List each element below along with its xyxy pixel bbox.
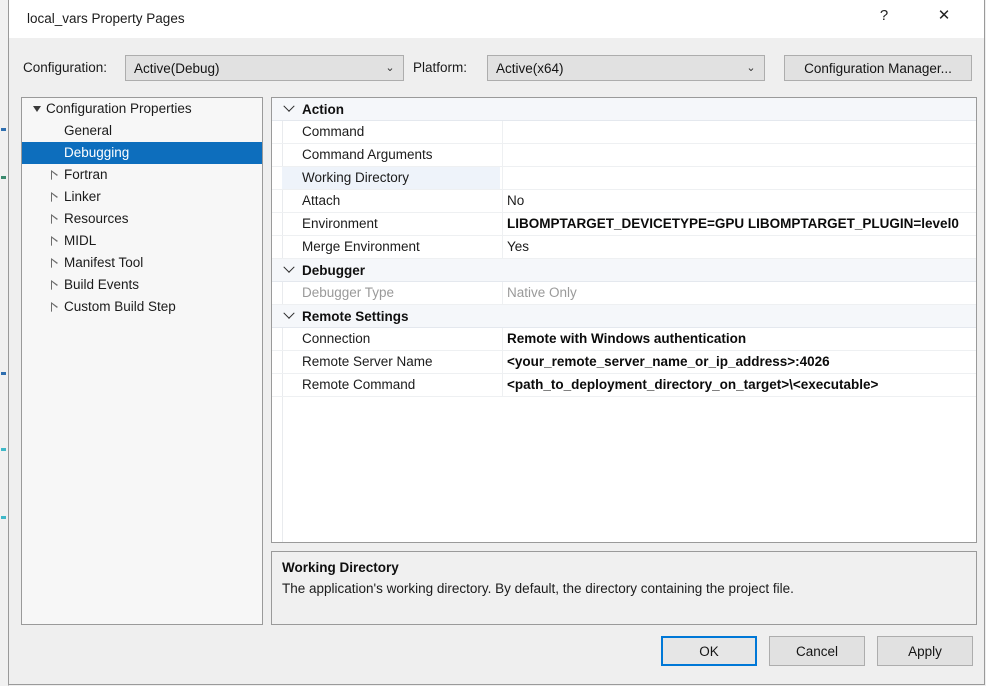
triangle-down-icon[interactable] [28, 98, 46, 120]
property-name: Remote Server Name [282, 351, 500, 373]
property-name: Connection [282, 328, 500, 350]
property-value[interactable]: LIBOMPTARGET_DEVICETYPE=GPU LIBOMPTARGET… [502, 213, 976, 235]
help-button[interactable]: ? [861, 0, 907, 31]
grid-row-debugger-type[interactable]: Debugger TypeNative Only [272, 282, 976, 305]
property-value[interactable] [502, 121, 976, 143]
chevron-down-icon[interactable] [280, 98, 298, 121]
tree-item-label: Debugging [64, 142, 129, 164]
property-value[interactable] [502, 144, 976, 166]
tree-item-label: Build Events [64, 274, 139, 296]
description-pane: Working Directory The application's work… [271, 551, 977, 625]
triangle-right-icon[interactable] [46, 274, 64, 296]
tree-item-midl[interactable]: MIDL [22, 230, 262, 252]
grid-category-action[interactable]: Action [272, 98, 976, 121]
close-icon: ✕ [938, 8, 951, 23]
grid-row-remote-command[interactable]: Remote Command<path_to_deployment_direct… [272, 374, 976, 397]
configuration-label: Configuration: [23, 60, 107, 75]
grid-row-connection[interactable]: ConnectionRemote with Windows authentica… [272, 328, 976, 351]
chevron-down-icon: ⌄ [377, 63, 403, 74]
bg-tick [1, 516, 6, 519]
tree-item-label: Manifest Tool [64, 252, 143, 274]
tree-item-label: General [64, 120, 112, 142]
tree-item-manifest-tool[interactable]: Manifest Tool [22, 252, 262, 274]
bg-tick [1, 176, 6, 179]
configuration-manager-button[interactable]: Configuration Manager... [784, 55, 972, 81]
platform-label: Platform: [413, 60, 467, 75]
property-value[interactable]: <path_to_deployment_directory_on_target>… [502, 374, 976, 396]
configuration-bar: Configuration: Active(Debug) ⌄ Platform:… [9, 38, 984, 95]
tree-item-configuration-properties[interactable]: Configuration Properties [22, 98, 262, 120]
property-name: Merge Environment [282, 236, 500, 258]
grid-row-command[interactable]: Command [272, 121, 976, 144]
property-value[interactable]: Yes [502, 236, 976, 258]
property-name: Environment [282, 213, 500, 235]
question-mark-icon: ? [880, 8, 888, 23]
grid-category-label: Remote Settings [302, 305, 409, 328]
bg-tick [1, 448, 6, 451]
tree-item-linker[interactable]: Linker [22, 186, 262, 208]
description-title: Working Directory [282, 560, 966, 575]
close-button[interactable]: ✕ [921, 0, 967, 31]
property-name: Attach [282, 190, 500, 212]
platform-select[interactable]: Active(x64) ⌄ [487, 55, 765, 81]
grid-row-attach[interactable]: AttachNo [272, 190, 976, 213]
tree-item-label: Configuration Properties [46, 98, 192, 120]
window-title: local_vars Property Pages [27, 11, 185, 26]
triangle-right-icon[interactable] [46, 164, 64, 186]
tree-item-custom-build-step[interactable]: Custom Build Step [22, 296, 262, 318]
tree-item-label: Fortran [64, 164, 108, 186]
apply-button[interactable]: Apply [877, 636, 973, 666]
triangle-right-icon[interactable] [46, 252, 64, 274]
title-bar[interactable]: local_vars Property Pages ? ✕ [9, 0, 984, 38]
grid-category-label: Debugger [302, 259, 365, 282]
configuration-select[interactable]: Active(Debug) ⌄ [125, 55, 404, 81]
tree-item-label: Resources [64, 208, 129, 230]
property-name: Debugger Type [282, 282, 500, 304]
property-grid[interactable]: ActionCommandCommand ArgumentsWorking Di… [271, 97, 977, 543]
bg-tick [1, 128, 6, 131]
property-name: Remote Command [282, 374, 500, 396]
description-text: The application's working directory. By … [282, 580, 966, 598]
configuration-properties-tree[interactable]: Configuration PropertiesGeneralDebugging… [21, 97, 263, 625]
tree-item-label: MIDL [64, 230, 96, 252]
tree-item-build-events[interactable]: Build Events [22, 274, 262, 296]
property-name: Command [282, 121, 500, 143]
tree-item-label: Linker [64, 186, 101, 208]
platform-value: Active(x64) [488, 61, 738, 76]
tree-item-label: Custom Build Step [64, 296, 176, 318]
grid-row-merge-environment[interactable]: Merge EnvironmentYes [272, 236, 976, 259]
ok-button[interactable]: OK [661, 636, 757, 666]
bg-tick [1, 372, 6, 375]
cancel-button[interactable]: Cancel [769, 636, 865, 666]
grid-row-environment[interactable]: EnvironmentLIBOMPTARGET_DEVICETYPE=GPU L… [272, 213, 976, 236]
property-name: Working Directory [282, 167, 500, 189]
triangle-right-icon[interactable] [46, 296, 64, 318]
chevron-down-icon[interactable] [280, 305, 298, 328]
chevron-down-icon: ⌄ [738, 63, 764, 74]
chevron-down-icon[interactable] [280, 259, 298, 282]
property-value[interactable]: Remote with Windows authentication [502, 328, 976, 350]
triangle-right-icon[interactable] [46, 230, 64, 252]
triangle-right-icon[interactable] [46, 186, 64, 208]
grid-category-label: Action [302, 98, 344, 121]
tree-item-general[interactable]: General [22, 120, 262, 142]
grid-row-command-arguments[interactable]: Command Arguments [272, 144, 976, 167]
grid-category-remote-settings[interactable]: Remote Settings [272, 305, 976, 328]
property-value[interactable] [502, 167, 976, 189]
property-name: Command Arguments [282, 144, 500, 166]
grid-row-working-directory[interactable]: Working Directory [272, 167, 976, 190]
grid-row-remote-server-name[interactable]: Remote Server Name<your_remote_server_na… [272, 351, 976, 374]
triangle-right-icon[interactable] [46, 208, 64, 230]
configuration-value: Active(Debug) [126, 61, 377, 76]
tree-item-fortran[interactable]: Fortran [22, 164, 262, 186]
property-value[interactable]: No [502, 190, 976, 212]
grid-category-debugger[interactable]: Debugger [272, 259, 976, 282]
property-pages-dialog: local_vars Property Pages ? ✕ Configurat… [8, 0, 985, 685]
tree-item-resources[interactable]: Resources [22, 208, 262, 230]
tree-item-debugging[interactable]: Debugging [22, 142, 262, 164]
property-value[interactable]: <your_remote_server_name_or_ip_address>:… [502, 351, 976, 373]
property-value[interactable]: Native Only [502, 282, 976, 304]
